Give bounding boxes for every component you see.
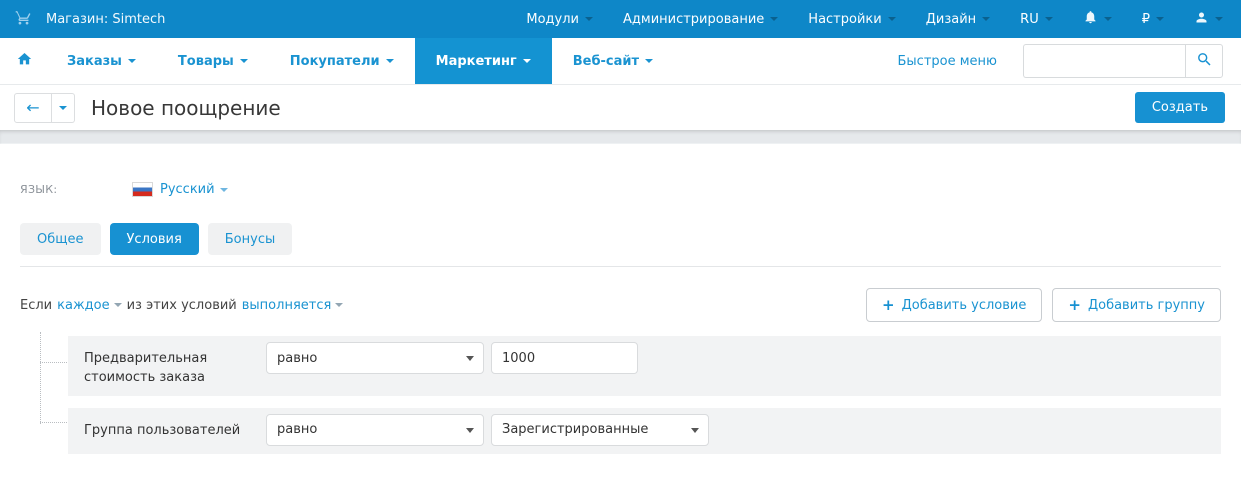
plus-icon: + <box>882 296 895 314</box>
back-button-group: ← <box>14 93 75 123</box>
chevron-down-icon <box>523 59 531 63</box>
condition-value-select[interactable]: Зарегистрированные <box>491 414 709 446</box>
dropdown-arrow-icon <box>691 428 699 433</box>
page-title: Новое поощрение <box>91 96 281 120</box>
chevron-down-icon <box>1215 17 1223 21</box>
header-separator <box>0 130 1241 144</box>
home-icon <box>16 51 33 71</box>
tree-connector-stub <box>40 362 67 363</box>
tree-connector-vertical <box>40 332 41 424</box>
chevron-down-icon <box>114 303 122 307</box>
chevron-down-icon <box>386 59 394 63</box>
add-group-button[interactable]: + Добавить группу <box>1052 288 1221 322</box>
topbar-item-administration[interactable]: Администрирование <box>623 12 778 27</box>
home-button[interactable] <box>0 38 46 84</box>
tab-conditions[interactable]: Условия <box>110 223 199 255</box>
search-input[interactable] <box>1023 44 1185 78</box>
main-nav-bar: Заказы Товары Покупатели Маркетинг Веб-с… <box>0 38 1241 85</box>
condition-label: Группа пользователей <box>84 414 266 441</box>
conditions-list: Предварительная стоимость заказа равно Г… <box>68 336 1221 454</box>
predicate-dropdown[interactable]: выполняется <box>242 298 344 313</box>
tab-bonuses[interactable]: Бонусы <box>208 223 292 255</box>
sentence-middle: из этих условий <box>127 298 237 313</box>
ruble-symbol: ₽ <box>1142 12 1150 27</box>
chevron-down-icon <box>335 303 343 307</box>
language-row: ЯЗЫК: Русский <box>20 182 1221 197</box>
language-selector[interactable]: Русский <box>160 182 228 197</box>
currency-menu[interactable]: ₽ <box>1142 12 1164 27</box>
tree-connector-stub <box>40 422 67 423</box>
back-button[interactable]: ← <box>14 93 52 123</box>
chevron-down-icon <box>645 59 653 63</box>
chevron-down-icon <box>1104 17 1112 21</box>
quick-menu-link[interactable]: Быстрое меню <box>898 54 998 69</box>
topbar-item-settings[interactable]: Настройки <box>808 12 895 27</box>
notifications-menu[interactable] <box>1083 9 1112 29</box>
operator-select[interactable]: равно <box>266 342 484 374</box>
chevron-down-icon <box>585 17 593 21</box>
sentence-prefix: Если <box>20 298 52 313</box>
topbar-item-language[interactable]: RU <box>1020 12 1053 27</box>
user-account-menu[interactable] <box>1194 10 1223 29</box>
search-icon <box>1196 51 1213 71</box>
conditions-actions: + Добавить условие + Добавить группу <box>866 288 1221 322</box>
bell-icon <box>1083 9 1098 29</box>
condition-row: Группа пользователей равно Зарегистриров… <box>68 408 1221 454</box>
create-button[interactable]: Создать <box>1135 92 1225 123</box>
dropdown-arrow-icon <box>466 356 474 361</box>
shopping-cart-icon <box>14 9 33 30</box>
back-history-dropdown[interactable] <box>52 93 75 123</box>
back-arrow-icon: ← <box>26 98 39 117</box>
operator-select[interactable]: равно <box>266 414 484 446</box>
chevron-down-icon <box>1156 17 1164 21</box>
plus-icon: + <box>1068 296 1081 314</box>
admin-top-bar: Магазин: Simtech Модули Администрировани… <box>0 0 1241 38</box>
topbar-item-design[interactable]: Дизайн <box>926 12 990 27</box>
quantifier-dropdown[interactable]: каждое <box>57 298 121 313</box>
conditions-sentence: Если каждое из этих условий выполняется <box>20 298 343 313</box>
conditions-header: Если каждое из этих условий выполняется … <box>20 288 1221 322</box>
language-label: ЯЗЫК: <box>20 183 133 196</box>
chevron-down-icon <box>982 17 990 21</box>
tab-general[interactable]: Общее <box>20 223 101 255</box>
nav-item-orders[interactable]: Заказы <box>46 38 157 84</box>
chevron-down-icon <box>770 17 778 21</box>
tab-bar: Общее Условия Бонусы <box>20 223 1221 255</box>
russian-flag-icon <box>133 183 152 196</box>
nav-item-customers[interactable]: Покупатели <box>269 38 415 84</box>
chevron-down-icon <box>128 59 136 63</box>
search-group <box>1023 44 1223 78</box>
user-icon <box>1194 10 1209 29</box>
chevron-down-icon <box>240 59 248 63</box>
store-label: Магазин: Simtech <box>46 12 165 27</box>
store-selector[interactable]: Магазин: Simtech <box>14 9 165 30</box>
topbar-item-modules[interactable]: Модули <box>526 12 593 27</box>
nav-item-website[interactable]: Веб-сайт <box>552 38 674 84</box>
main-content: ЯЗЫК: Русский Общее Условия Бонусы Если … <box>0 182 1241 454</box>
condition-row: Предварительная стоимость заказа равно <box>68 336 1221 396</box>
nav-item-marketing[interactable]: Маркетинг <box>415 38 552 84</box>
section-divider <box>20 266 1221 267</box>
add-condition-button[interactable]: + Добавить условие <box>866 288 1042 322</box>
condition-value-input[interactable] <box>491 342 638 374</box>
chevron-down-icon <box>59 106 67 110</box>
search-button[interactable] <box>1185 44 1223 78</box>
dropdown-arrow-icon <box>466 428 474 433</box>
chevron-down-icon <box>888 17 896 21</box>
chevron-down-icon <box>1045 17 1053 21</box>
page-header: ← Новое поощрение Создать <box>0 85 1241 130</box>
condition-label: Предварительная стоимость заказа <box>84 342 266 388</box>
chevron-down-icon <box>220 188 228 192</box>
nav-item-products[interactable]: Товары <box>157 38 269 84</box>
